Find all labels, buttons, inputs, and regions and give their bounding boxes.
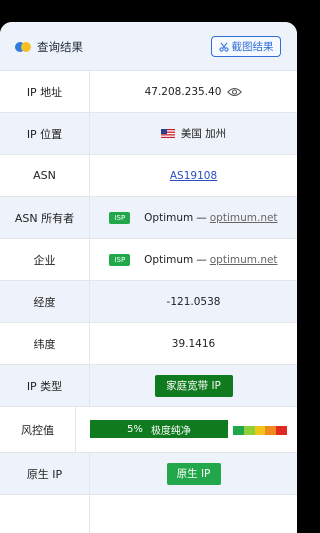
company-dash: —: [196, 253, 207, 266]
row-latitude: 纬度 39.1416: [0, 323, 297, 365]
row-ip-address: IP 地址 47.208.235.40: [0, 71, 297, 113]
row-company: 企业 ISP Optimum — optimum.net: [0, 239, 297, 281]
risk-scale: [233, 426, 287, 435]
isp-badge: ISP: [109, 253, 131, 266]
label-ip-location: IP 位置: [0, 113, 90, 154]
label-ip-address: IP 地址: [0, 71, 90, 112]
row-ip-location: IP 位置 美国 加州: [0, 113, 297, 155]
risk-text: 极度纯净: [150, 425, 191, 437]
label-latitude: 纬度: [0, 323, 90, 364]
value-native-ip: 原生 IP: [90, 453, 297, 494]
ip-type-badge: 家庭宽带 IP: [154, 374, 233, 397]
row-asn: ASN AS19108: [0, 155, 297, 197]
result-card: 查询结果 截图结果 IP 地址 47.208.235.40 IP 位置 美国 加…: [0, 22, 297, 533]
value-ip-type: 家庭宽带 IP: [90, 365, 297, 406]
risk-bar: 5% 极度纯净: [90, 420, 228, 438]
row-native-ip: 原生 IP 原生 IP: [0, 453, 297, 495]
logo-icon: [15, 42, 31, 52]
value-ip-address: 47.208.235.40: [90, 71, 297, 112]
asn-link[interactable]: AS19108: [170, 170, 217, 182]
us-flag-icon: [160, 129, 175, 138]
value-asn-owner: ISP Optimum — optimum.net: [90, 197, 297, 238]
label-next: [0, 495, 90, 533]
label-ip-type: IP 类型: [0, 365, 90, 406]
screenshot-button[interactable]: 截图结果: [211, 36, 281, 57]
label-native-ip: 原生 IP: [0, 453, 90, 494]
native-ip-badge: 原生 IP: [166, 462, 221, 485]
owner-dash: —: [196, 211, 207, 224]
risk-scale-segment: [254, 426, 266, 435]
row-next: [0, 495, 297, 533]
value-longitude: -121.0538: [166, 295, 221, 308]
location-text: 美国 加州: [180, 128, 227, 140]
row-longitude: 经度 -121.0538: [0, 281, 297, 323]
company-name: Optimum: [144, 253, 194, 266]
isp-badge: ISP: [109, 211, 131, 224]
row-asn-owner: ASN 所有者 ISP Optimum — optimum.net: [0, 197, 297, 239]
label-longitude: 经度: [0, 281, 90, 322]
row-risk: 风控值 5% 极度纯净: [0, 407, 297, 453]
value-company: ISP Optimum — optimum.net: [90, 239, 297, 280]
eye-icon[interactable]: [227, 87, 243, 97]
risk-scale-segment: [243, 426, 255, 435]
result-header: 查询结果 截图结果: [0, 22, 297, 71]
owner-name: Optimum: [144, 211, 194, 224]
owner-domain-link[interactable]: optimum.net: [210, 212, 278, 224]
screenshot-label: 截图结果: [231, 41, 274, 53]
label-asn-owner: ASN 所有者: [0, 197, 90, 238]
row-ip-type: IP 类型 家庭宽带 IP: [0, 365, 297, 407]
label-risk: 风控值: [0, 407, 76, 452]
risk-percent: 5%: [127, 423, 143, 435]
value-latitude: 39.1416: [171, 337, 216, 350]
page-title: 查询结果: [37, 40, 83, 54]
value-asn: AS19108: [90, 155, 297, 196]
risk-scale-segment: [265, 426, 277, 435]
label-asn: ASN: [0, 155, 90, 196]
scissors-icon: [218, 42, 229, 52]
ip-address-text: 47.208.235.40: [144, 85, 222, 98]
risk-scale-segment: [233, 426, 244, 435]
company-domain-link[interactable]: optimum.net: [210, 254, 278, 266]
label-company: 企业: [0, 239, 90, 280]
value-ip-location: 美国 加州: [90, 113, 297, 154]
risk-scale-segment: [276, 426, 287, 435]
